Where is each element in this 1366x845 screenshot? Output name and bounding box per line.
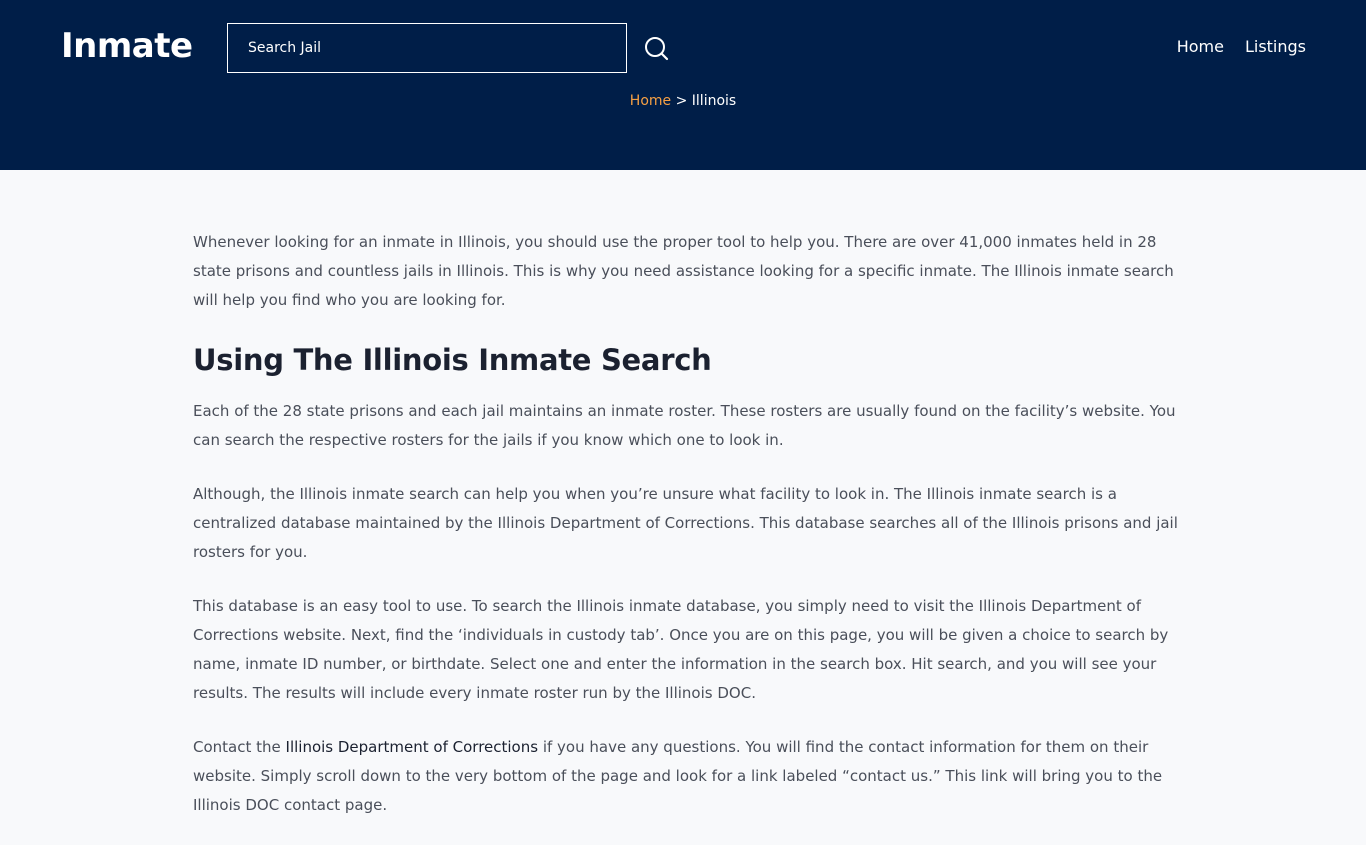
article-content: Whenever looking for an inmate in Illino…: [193, 228, 1178, 845]
paragraph-centralized-database: Although, the Illinois inmate search can…: [193, 485, 1178, 561]
breadcrumb-home-link[interactable]: Home: [630, 93, 671, 109]
breadcrumb-current: Illinois: [691, 93, 737, 109]
site-header: Inmate Home Listings Home > Illinois: [0, 0, 1366, 170]
nav-home-link[interactable]: Home: [1177, 36, 1224, 58]
contact-text-before: Contact the: [193, 738, 286, 756]
search-box: [227, 23, 627, 73]
main-nav: Home Listings: [1177, 36, 1306, 58]
paragraph-how-to-search: This database is an easy tool to use. To…: [193, 597, 1169, 702]
breadcrumb-separator: >: [671, 93, 692, 109]
paragraph-contact: Contact the Illinois Department of Corre…: [193, 733, 1178, 820]
idoc-link[interactable]: Illinois Department of Corrections: [286, 738, 539, 756]
search-button[interactable]: [642, 34, 670, 62]
search-icon: [645, 37, 669, 61]
paragraph-rosters: Each of the 28 state prisons and each ja…: [193, 402, 1176, 449]
site-logo[interactable]: Inmate: [61, 24, 193, 68]
nav-listings-link[interactable]: Listings: [1245, 36, 1306, 58]
section-heading: Using The Illinois Inmate Search: [193, 343, 712, 377]
search-input[interactable]: [228, 24, 626, 72]
breadcrumb: Home > Illinois: [0, 91, 1366, 111]
intro-paragraph: Whenever looking for an inmate in Illino…: [193, 233, 1174, 309]
